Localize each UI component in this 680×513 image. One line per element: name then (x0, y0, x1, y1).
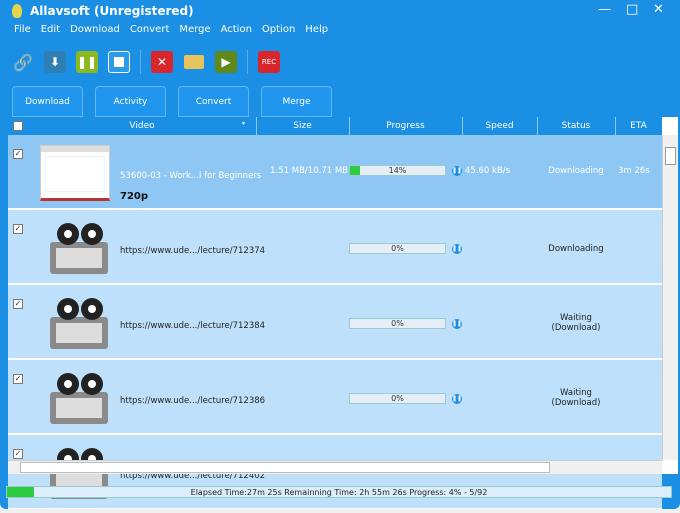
window-title: Allavsoft (Unregistered) (30, 4, 194, 18)
add-link-icon: 🔗 (13, 52, 33, 72)
add-link-button[interactable]: 🔗 (12, 51, 34, 73)
video-title: 53600-03 - Work...l for Beginners (120, 171, 262, 181)
video-url: https://www.ude.../lecture/712384 (120, 321, 266, 331)
overall-progress-bar: Elapsed Time:27m 25s Remainning Time: 2h… (6, 486, 672, 498)
eta-value: 3m 26s (618, 166, 650, 176)
rec-icon: REC (261, 58, 277, 66)
vertical-scrollbar[interactable] (662, 135, 678, 460)
row-pause-button[interactable]: ❚❚ (452, 394, 462, 404)
tab-merge[interactable]: Merge (261, 86, 332, 117)
video-quality: 720p (120, 191, 149, 202)
video-url: https://www.ude.../lecture/712386 (120, 396, 266, 406)
menu-file[interactable]: File (14, 24, 31, 35)
col-size[interactable]: Size (256, 121, 349, 131)
menu-convert[interactable]: Convert (130, 24, 170, 35)
play-button[interactable]: ▶ (215, 51, 237, 73)
col-status[interactable]: Status (537, 121, 615, 131)
download-row[interactable]: ✓ https://www.ude.../lecture/712384 0% ❚❚ Wa… (8, 285, 662, 359)
video-reel-icon (50, 298, 108, 349)
row-pause-button[interactable]: ❚❚ (452, 166, 462, 176)
app-logo-icon (12, 4, 22, 18)
row-progress-bar: 0% (349, 243, 446, 254)
col-progress[interactable]: Progress (349, 121, 462, 131)
download-icon: ⬇ (49, 55, 61, 69)
maximize-button[interactable]: □ (626, 2, 638, 17)
download-row[interactable]: ✓ https://www.ude.../lecture/712374 0% ❚❚ Do… (8, 210, 662, 284)
stop-icon (114, 57, 124, 67)
status-text: Elapsed Time:27m 25s Remainning Time: 2h… (190, 488, 488, 497)
tab-convert[interactable]: Convert (178, 86, 249, 117)
stop-button[interactable] (108, 51, 130, 73)
progress-text: 0% (391, 319, 404, 328)
speed-value: 45.60 kB/s (465, 166, 511, 176)
scroll-thumb[interactable] (20, 462, 550, 473)
list-header: Video ▾ Size Progress Speed Status ETA (8, 117, 662, 135)
menu-action[interactable]: Action (221, 24, 252, 35)
menu-merge[interactable]: Merge (179, 24, 210, 35)
minimize-button[interactable]: — (598, 2, 611, 17)
col-video[interactable]: Video (28, 121, 256, 131)
toolbar-divider (247, 50, 248, 74)
delete-button[interactable]: ✕ (151, 51, 173, 73)
download-row[interactable]: ✓ https://www.ude.../lecture/712386 0% ❚❚ Wa… (8, 360, 662, 434)
progress-fill (350, 166, 360, 175)
tab-activity[interactable]: Activity (95, 86, 166, 117)
video-reel-icon (50, 223, 108, 274)
tab-bar: Download Activity Convert Merge (12, 86, 332, 117)
video-url: https://www.ude.../lecture/712374 (120, 246, 266, 256)
select-all-checkbox[interactable] (13, 121, 23, 131)
video-reel-icon (50, 373, 108, 424)
status-value: Downloading (548, 166, 604, 176)
close-button[interactable]: ✕ (653, 2, 664, 17)
app-window: Allavsoft (Unregistered) — □ ✕ File Edit… (0, 0, 680, 509)
row-checkbox[interactable]: ✓ (13, 299, 23, 309)
menu-edit[interactable]: Edit (41, 24, 60, 35)
status-value: Waiting (Download) (551, 388, 601, 408)
overall-progress-fill (7, 487, 34, 497)
download-list: Video ▾ Size Progress Speed Status ETA ✓… (8, 117, 678, 509)
row-progress-bar: 0% (349, 393, 446, 404)
toolbar-divider (140, 50, 141, 74)
menu-download[interactable]: Download (70, 24, 120, 35)
pause-icon: ❚❚ (76, 55, 98, 69)
play-icon: ▶ (221, 55, 231, 69)
menu-bar: File Edit Download Convert Merge Action … (14, 24, 328, 35)
size-value: 1.51 MB/10.71 MB (270, 166, 348, 176)
sort-icon: ▾ (242, 120, 246, 127)
row-checkbox[interactable]: ✓ (13, 449, 23, 459)
folder-icon (184, 55, 204, 69)
horizontal-scrollbar[interactable] (8, 460, 662, 474)
delete-icon: ✕ (156, 55, 168, 69)
row-pause-button[interactable]: ❚❚ (452, 244, 462, 254)
row-checkbox[interactable]: ✓ (13, 224, 23, 234)
status-value: Downloading (548, 244, 604, 254)
video-thumbnail (40, 145, 110, 201)
row-progress-bar: 14% (349, 165, 446, 176)
row-checkbox[interactable]: ✓ (13, 149, 23, 159)
progress-text: 0% (391, 244, 404, 253)
row-pause-button[interactable]: ❚❚ (452, 319, 462, 329)
row-progress-bar: 0% (349, 318, 446, 329)
toolbar: 🔗 ⬇ ❚❚ ✕ ▶ REC (12, 50, 280, 74)
menu-help[interactable]: Help (305, 24, 328, 35)
open-folder-button[interactable] (183, 51, 205, 73)
status-value: Waiting (Download) (551, 313, 601, 333)
col-eta[interactable]: ETA (615, 121, 662, 131)
tab-download[interactable]: Download (12, 86, 83, 117)
menu-option[interactable]: Option (262, 24, 295, 35)
download-row[interactable]: ✓ 53600-03 - Work...l for Beginners 720p 1.… (8, 135, 662, 209)
pause-button[interactable]: ❚❚ (76, 51, 98, 73)
row-checkbox[interactable]: ✓ (13, 374, 23, 384)
download-button[interactable]: ⬇ (44, 51, 66, 73)
scroll-thumb[interactable] (665, 147, 676, 165)
progress-text: 14% (388, 166, 407, 175)
record-button[interactable]: REC (258, 51, 280, 73)
col-speed[interactable]: Speed (462, 121, 537, 131)
progress-text: 0% (391, 394, 404, 403)
